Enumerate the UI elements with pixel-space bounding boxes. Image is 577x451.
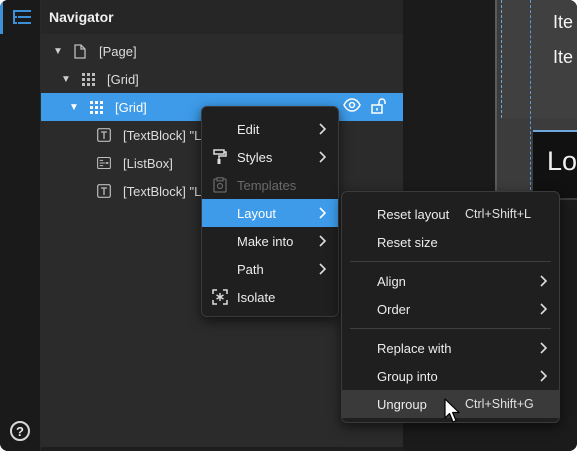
textblock-icon	[97, 127, 111, 143]
tree-row-label: [Grid]	[107, 71, 139, 87]
menu-item-label: Layout	[237, 205, 277, 221]
menu-item-label: Make into	[237, 233, 294, 249]
navigator-title: Navigator	[41, 0, 403, 34]
grid-icon	[81, 71, 95, 87]
shortcut-label: Ctrl+Shift+G	[465, 397, 534, 411]
textblock-icon	[97, 183, 111, 199]
menu-item-reset-layout[interactable]: Reset layout Ctrl+Shift+L	[342, 200, 559, 228]
tree-row-label: [ListBox]	[123, 155, 173, 171]
context-menu: Edit Styles Templates Layout Make into P…	[201, 106, 339, 317]
menu-item-label: Align	[377, 273, 406, 289]
tree-row-grid[interactable]: ▼ [Grid]	[41, 65, 403, 93]
expand-triangle-icon[interactable]: ▼	[69, 102, 79, 113]
menu-item-make-into[interactable]: Make into	[202, 227, 338, 255]
menu-item-path[interactable]: Path	[202, 255, 338, 283]
menu-item-label: Reset size	[377, 234, 438, 250]
menu-item-edit[interactable]: Edit	[202, 115, 338, 143]
menu-separator	[350, 261, 551, 262]
chevron-right-icon	[319, 151, 327, 163]
unlock-icon[interactable]	[371, 98, 387, 114]
menu-item-label: Edit	[237, 121, 260, 137]
menu-item-label: Isolate	[237, 289, 276, 305]
chevron-right-icon	[540, 342, 548, 354]
help-icon[interactable]: ?	[10, 421, 30, 441]
app-window: ? Navigator ▼ [Page] ▼ [Grid] ▼ [Grid] […	[0, 0, 577, 451]
page-icon	[73, 43, 87, 59]
canvas-item-text: Ite	[553, 12, 574, 32]
menu-item-label: Group into	[377, 368, 438, 384]
tree-row-label: [Page]	[99, 43, 137, 59]
grid-icon	[89, 99, 103, 115]
menu-separator	[350, 328, 551, 329]
selection-guide	[530, 0, 531, 195]
isolate-icon	[212, 289, 228, 305]
chevron-right-icon	[540, 303, 548, 315]
menu-item-label: Order	[377, 301, 411, 317]
tree-list-icon	[13, 10, 31, 24]
menu-item-label: Templates	[237, 177, 297, 193]
navigator-toggle-button[interactable]	[0, 0, 41, 34]
menu-item-styles[interactable]: Styles	[202, 143, 338, 171]
row-actions	[343, 98, 387, 114]
textblock-preview-text: Lo	[547, 146, 577, 176]
chevron-right-icon	[319, 123, 327, 135]
chevron-right-icon	[540, 275, 548, 287]
menu-item-replace-with[interactable]: Replace with	[342, 334, 559, 362]
menu-item-layout[interactable]: Layout	[202, 199, 338, 227]
listbox-icon	[97, 155, 111, 171]
chevron-right-icon	[319, 207, 327, 219]
menu-item-align[interactable]: Align	[342, 267, 559, 295]
menu-item-label: Path	[237, 261, 264, 277]
menu-item-label: Ungroup	[377, 396, 427, 412]
canvas-item-text: Ite	[553, 47, 574, 67]
templates-icon	[213, 177, 227, 193]
layout-submenu: Reset layout Ctrl+Shift+L Reset size Ali…	[341, 191, 560, 423]
tree-row-label: [TextBlock] "L	[123, 127, 202, 143]
chevron-right-icon	[319, 263, 327, 275]
menu-item-order[interactable]: Order	[342, 295, 559, 323]
tree-row-label: [TextBlock] "L	[123, 183, 202, 199]
menu-item-isolate[interactable]: Isolate	[202, 283, 338, 311]
shortcut-label: Ctrl+Shift+L	[465, 207, 532, 221]
chevron-right-icon	[540, 370, 548, 382]
eye-icon[interactable]	[343, 98, 361, 112]
paint-roller-icon	[213, 149, 227, 164]
menu-item-label: Styles	[237, 149, 273, 165]
menu-item-label: Replace with	[377, 340, 452, 356]
expand-triangle-icon[interactable]: ▼	[61, 74, 71, 85]
menu-item-reset-size[interactable]: Reset size	[342, 228, 559, 256]
tree-row-page[interactable]: ▼ [Page]	[41, 37, 403, 65]
tree-row-label: [Grid]	[115, 99, 147, 115]
mouse-cursor-icon	[444, 398, 460, 423]
expand-triangle-icon[interactable]: ▼	[53, 46, 63, 57]
menu-item-label: Reset layout	[377, 206, 450, 222]
left-rail: ?	[0, 0, 41, 451]
menu-item-templates: Templates	[202, 171, 338, 199]
chevron-right-icon	[319, 235, 327, 247]
menu-item-group-into[interactable]: Group into	[342, 362, 559, 390]
